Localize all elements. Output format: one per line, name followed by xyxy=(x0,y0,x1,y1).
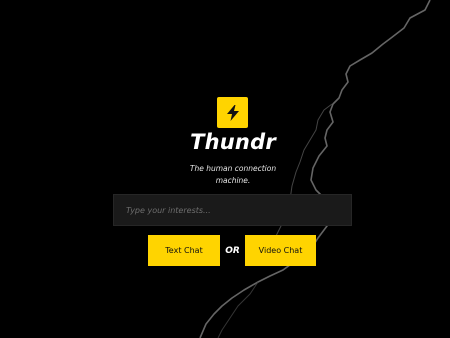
page: Thundr The human connection machine. Tex… xyxy=(0,0,450,338)
text-chat-button[interactable]: Text Chat xyxy=(148,235,220,266)
interests-input[interactable] xyxy=(114,195,351,225)
interests-search xyxy=(113,194,352,226)
tagline: The human connection machine. xyxy=(189,164,277,185)
lightning-bolt-icon xyxy=(226,104,239,121)
landing-hero: Thundr The human connection machine. Tex… xyxy=(0,0,450,338)
brand-name: Thundr xyxy=(190,130,276,154)
or-separator: OR xyxy=(225,245,240,256)
logo xyxy=(217,97,248,128)
video-chat-button[interactable]: Video Chat xyxy=(245,235,316,266)
